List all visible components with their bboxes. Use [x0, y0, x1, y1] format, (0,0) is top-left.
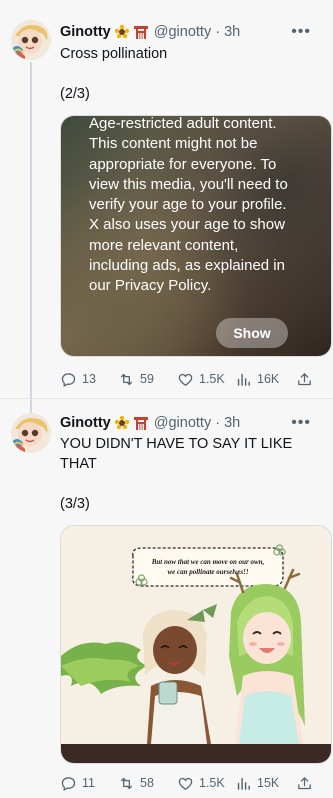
- share-button[interactable]: [296, 371, 313, 388]
- reply-count: 13: [82, 372, 96, 386]
- sunflower-icon: [114, 415, 129, 430]
- share-button[interactable]: [296, 775, 313, 792]
- repost-button[interactable]: 59: [118, 371, 154, 388]
- timestamp: 3h: [224, 24, 241, 40]
- heart-icon: [178, 777, 193, 790]
- views-icon: [237, 777, 250, 790]
- age-restriction-notice: Age-restricted adult content. This conte…: [89, 115, 288, 295]
- sunflower-icon: [114, 24, 129, 39]
- like-button[interactable]: 1.5K: [177, 371, 225, 388]
- view-count: 16K: [257, 372, 280, 386]
- tweet-1[interactable]: Ginotty @ginotty · 3h ••• Cross pollinat…: [0, 0, 333, 398]
- author-name[interactable]: Ginotty: [60, 24, 111, 40]
- reply-count: 11: [82, 776, 95, 790]
- author-name[interactable]: Ginotty: [60, 415, 111, 431]
- timestamp: 3h: [224, 415, 241, 431]
- illustration-image[interactable]: But now that we can move on our own, we c…: [60, 525, 332, 764]
- reply-icon: [61, 776, 76, 791]
- age-restricted-media[interactable]: Age-restricted adult content. This conte…: [60, 115, 332, 357]
- avatar[interactable]: [11, 413, 51, 453]
- tweet-actions: 13 59 1.5K 16K: [60, 369, 325, 389]
- gate-icon: [133, 417, 148, 430]
- repost-icon: [120, 373, 133, 385]
- view-count: 15K: [257, 776, 280, 790]
- tweet-text: Cross pollination (2/3): [60, 46, 168, 102]
- tweet-2[interactable]: Ginotty @ginotty · 3h ••• YOU DIDN'T HAV…: [0, 398, 333, 798]
- thread-line: [30, 62, 32, 398]
- author-handle[interactable]: @ginotty · 3h: [154, 415, 241, 431]
- like-button[interactable]: 1.5K: [177, 775, 225, 792]
- reply-icon: [61, 372, 76, 387]
- heart-icon: [178, 373, 193, 386]
- views-button[interactable]: 16K: [235, 371, 279, 388]
- like-count: 1.5K: [199, 776, 225, 790]
- thread-line: [30, 399, 32, 413]
- reply-button[interactable]: 11: [60, 775, 95, 792]
- like-count: 1.5K: [199, 372, 225, 386]
- more-horizontal-icon[interactable]: •••: [291, 23, 311, 41]
- repost-button[interactable]: 58: [118, 775, 154, 792]
- views-icon: [237, 373, 250, 386]
- show-button[interactable]: Show: [216, 318, 288, 348]
- repost-icon: [120, 777, 133, 789]
- tweet-text: YOU DIDN'T HAVE TO SAY IT LIKE THAT (3/3…: [60, 436, 293, 512]
- reply-button[interactable]: 13: [60, 371, 96, 388]
- more-horizontal-icon[interactable]: •••: [291, 414, 311, 432]
- views-button[interactable]: 15K: [235, 775, 279, 792]
- avatar[interactable]: [11, 20, 51, 60]
- repost-count: 59: [140, 372, 154, 386]
- gate-icon: [133, 26, 148, 39]
- share-icon: [298, 776, 311, 789]
- tweet-actions: 11 58 1.5K 15K: [60, 773, 325, 793]
- tweet-header: Ginotty @ginotty · 3h •••: [60, 22, 325, 42]
- share-icon: [298, 372, 311, 385]
- repost-count: 58: [140, 776, 154, 790]
- comic-illustration: But now that we can move on our own, we c…: [61, 526, 331, 763]
- tweet-header: Ginotty @ginotty · 3h •••: [60, 413, 325, 433]
- author-handle[interactable]: @ginotty · 3h: [154, 24, 241, 40]
